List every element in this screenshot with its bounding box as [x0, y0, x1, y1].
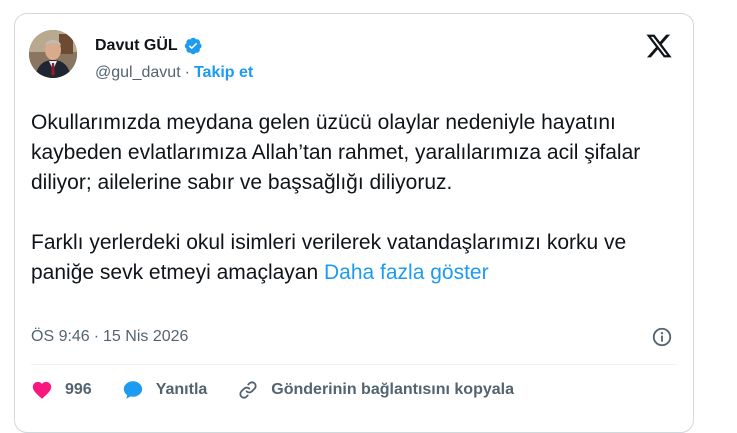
info-icon[interactable] — [651, 326, 673, 348]
tweet-body: Okullarımızda meydana gelen üzücü olayla… — [31, 108, 681, 288]
timestamp-separator: · — [93, 328, 100, 345]
show-more-link[interactable]: Daha fazla göster — [324, 261, 489, 284]
author-name-row: Davut GÜL — [95, 36, 203, 56]
heart-icon — [32, 381, 52, 399]
author-handle-row: @gul_davut · Takip et — [95, 64, 253, 82]
copy-link-label: Gönderinin bağlantısını kopyala — [271, 381, 514, 398]
like-count: 996 — [65, 381, 92, 398]
handle-separator: · — [184, 64, 190, 81]
tweet-date: 15 Nis 2026 — [103, 328, 189, 345]
tweet-card[interactable]: Davut GÜL @gul_davut · Takip et Okulları… — [14, 13, 694, 433]
tweet-paragraph-1: Okullarımızda meydana gelen üzücü olayla… — [31, 111, 641, 194]
divider — [31, 364, 677, 365]
avatar[interactable] — [29, 30, 77, 78]
x-logo-icon[interactable] — [645, 32, 673, 60]
link-icon — [239, 381, 257, 399]
author-handle[interactable]: @gul_davut — [95, 64, 181, 82]
like-button[interactable]: 996 — [31, 379, 92, 401]
tweet-paragraph-2: Farklı yerlerdeki okul isimleri verilere… — [31, 228, 681, 288]
follow-link[interactable]: Takip et — [194, 64, 253, 82]
reply-label: Yanıtla — [155, 381, 208, 398]
tweet-time: ÖS 9:46 — [31, 328, 90, 345]
author-display-name[interactable]: Davut GÜL — [95, 37, 178, 55]
timestamp[interactable]: ÖS 9:46 · 15 Nis 2026 — [31, 328, 188, 346]
speech-bubble-icon — [123, 381, 142, 399]
reply-button[interactable]: Yanıtla — [122, 379, 208, 401]
copy-link-button[interactable]: Gönderinin bağlantısını kopyala — [237, 379, 514, 401]
verified-badge-icon — [184, 37, 202, 55]
action-bar: 996 Yanıtla Gönderinin bağlantısını kopy… — [31, 376, 544, 404]
avatar-image — [29, 30, 77, 78]
